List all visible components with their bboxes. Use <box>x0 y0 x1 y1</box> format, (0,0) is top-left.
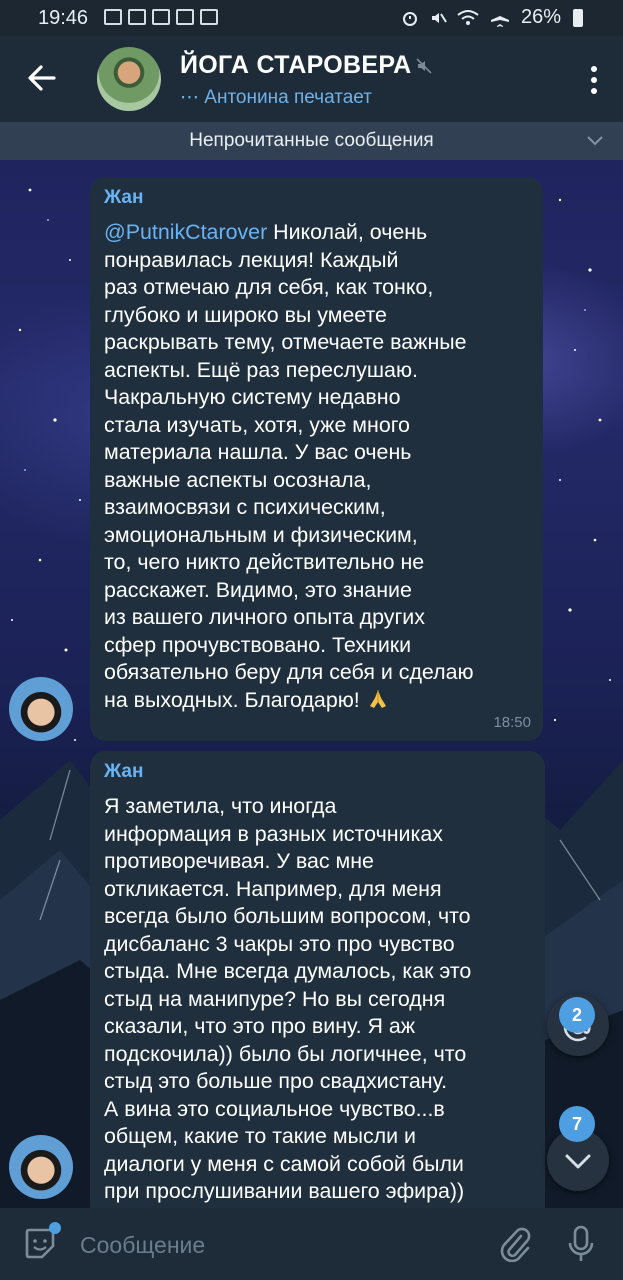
message-input-bar <box>0 1208 623 1280</box>
message-sender[interactable]: Жан <box>104 187 529 209</box>
chat-title[interactable]: ЙОГА СТАРОВЕРА <box>180 51 411 80</box>
more-menu-icon[interactable] <box>589 64 599 96</box>
back-arrow-icon[interactable] <box>22 58 62 98</box>
group-avatar[interactable] <box>97 47 161 111</box>
unread-badge: 7 <box>559 1106 595 1142</box>
sender-avatar[interactable] <box>9 677 73 741</box>
unread-messages-bar: Непрочитанные сообщения <box>0 122 623 160</box>
status-time: 19:46 <box>38 7 89 29</box>
message-sender[interactable]: Жан <box>104 761 531 783</box>
battery-percent: 26% <box>520 6 561 28</box>
message-text: @PutnikCtarover Николай, очень понравила… <box>104 219 529 714</box>
translate-icon <box>128 9 146 25</box>
chat-header: ЙОГА СТАРОВЕРА ⋯ Антонина печатает <box>0 36 623 122</box>
mute-icon <box>431 12 447 23</box>
message-time: 18:50 <box>493 714 531 731</box>
mentions-badge: 2 <box>559 997 595 1033</box>
system-icons: 26% <box>401 6 583 29</box>
message-input[interactable] <box>78 1224 462 1266</box>
sender-avatar[interactable] <box>9 1135 73 1199</box>
unread-label: Непрочитанные сообщения <box>189 130 434 151</box>
wifi-icon <box>457 9 479 25</box>
paperclip-icon[interactable] <box>497 1226 531 1262</box>
notification-icons <box>104 9 218 25</box>
status-bar: 19:46 26% <box>0 0 623 36</box>
new-stickers-dot <box>49 1222 61 1234</box>
airplane-icon <box>490 9 509 27</box>
folded-hands-icon <box>369 689 386 708</box>
message-body: Николай, очень понравилась лекция! Кажды… <box>104 220 474 712</box>
muted-icon <box>416 58 432 74</box>
alarm-icon <box>402 11 417 26</box>
typing-text: Антонина печатает <box>204 87 372 108</box>
news-icon-2 <box>200 9 218 25</box>
typing-status: ⋯ Антонина печатает <box>180 86 372 109</box>
typing-dots-icon: ⋯ <box>180 87 205 108</box>
message-text: Я заметила, что иногда информация в разн… <box>104 794 472 1203</box>
message-bubble[interactable]: Жан Я заметила, что иногда информация в … <box>90 751 545 1221</box>
gmail-icon <box>104 9 122 25</box>
battery-icon <box>573 8 583 27</box>
news-icon <box>176 9 194 25</box>
microphone-icon[interactable] <box>566 1224 596 1264</box>
mention-link[interactable]: @PutnikCtarover <box>104 220 267 244</box>
gallery-icon <box>152 9 170 25</box>
chevron-down-icon[interactable] <box>585 130 605 150</box>
message-bubble[interactable]: Жан @PutnikCtarover Николай, очень понра… <box>90 177 543 741</box>
